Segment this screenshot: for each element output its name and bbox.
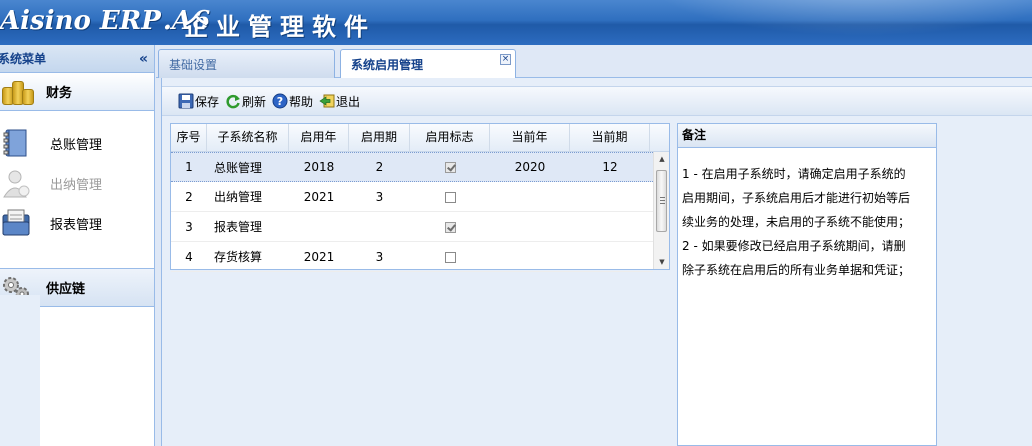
cell-enabled	[410, 190, 490, 204]
grip-icon	[660, 197, 665, 204]
cell-period: 3	[375, 189, 384, 204]
enabled-checkbox[interactable]	[444, 162, 456, 173]
scroll-thumb[interactable]	[656, 170, 667, 232]
table-row[interactable]: 2 出纳管理 2021 3	[171, 182, 653, 212]
app-header: Aisino ERP .A6 企业管理软件	[0, 0, 1032, 45]
ledger-book-icon	[0, 127, 36, 159]
grid-header: 序号 子系统名称 启用年 启用期 启用标志 当前年 当前期	[171, 124, 669, 152]
cell-no: 3	[185, 219, 193, 234]
coins-icon	[0, 77, 34, 107]
refresh-label: 刷新	[242, 94, 267, 109]
folder-report-icon	[0, 207, 36, 239]
notes-body: 1 - 在启用子系统时，请确定启用子系统的 启用期间，子系统启用后才能进行初始等…	[678, 148, 936, 282]
tab-bar: 基础设置 系统启用管理 ×	[156, 45, 1032, 79]
help-icon: ?	[272, 93, 288, 109]
cell-year: 2021	[303, 249, 335, 264]
sidebar-item-label: 出纳管理	[50, 177, 103, 193]
grid-body: 1 总账管理 2018 2 2020 12 2 出纳管理 2021 3 3 报表…	[171, 152, 653, 272]
table-row[interactable]: 3 报表管理	[171, 212, 653, 242]
cell-no: 2	[185, 189, 193, 204]
table-row[interactable]: 1 总账管理 2018 2 2020 12	[171, 152, 653, 182]
cell-no: 1	[185, 160, 193, 174]
enabled-checkbox[interactable]	[444, 221, 456, 233]
column-header[interactable]: 启用年	[289, 124, 349, 152]
column-header[interactable]: 当前年	[490, 124, 570, 152]
notes-line: 续业务的处理，未启用的子系统不能使用；	[682, 215, 911, 229]
refresh-icon	[225, 93, 241, 109]
sidebar-item-label: 报表管理	[50, 217, 103, 233]
cell-name: 出纳管理	[214, 190, 263, 204]
notes-line: 2 - 如果要修改已经启用子系统期间，请删	[682, 239, 906, 253]
save-button[interactable]: 保存	[178, 93, 219, 110]
table-row[interactable]: 4 存货核算 2021 3	[171, 242, 653, 272]
tab-label: 系统启用管理	[351, 58, 424, 72]
logo-main-text: Aisino ERP	[0, 6, 161, 36]
finance-submenu: 总账管理 出纳管理 报表管理	[0, 111, 154, 269]
enabled-checkbox[interactable]	[444, 251, 456, 263]
cell-year: 2021	[303, 189, 335, 204]
column-header[interactable]: 当前期	[570, 124, 650, 152]
save-label: 保存	[195, 94, 220, 109]
toolbar: 保存 刷新 ? 帮助 退出	[162, 86, 1032, 116]
sidebar-item-cashier[interactable]: 出纳管理	[0, 163, 154, 203]
notes-line: 1 - 在启用子系统时，请确定启用子系统的	[682, 167, 906, 181]
header-decoration	[612, 0, 1032, 45]
person-icon	[0, 167, 36, 199]
svg-text:?: ?	[277, 95, 283, 108]
sidebar-group-label: 供应链	[46, 282, 86, 297]
app-logo: Aisino ERP .A6	[0, 6, 210, 40]
exit-button[interactable]: 退出	[319, 93, 360, 110]
app-title: 企业管理软件	[184, 13, 376, 41]
cell-name: 总账管理	[214, 160, 263, 175]
notes-line: 除子系统在启用后的所有业务单据和凭证；	[682, 263, 911, 277]
sidebar-header: 系统菜单 «	[0, 45, 154, 73]
sidebar-item-label: 总账管理	[50, 137, 103, 153]
scroll-down-icon[interactable]: ▼	[654, 255, 670, 269]
cell-enabled	[410, 220, 490, 234]
help-button[interactable]: ? 帮助	[272, 93, 313, 110]
exit-icon	[319, 93, 335, 109]
cell-current-year: 2020	[514, 160, 546, 174]
tab-basic-settings[interactable]: 基础设置	[158, 49, 335, 78]
tab-system-activation[interactable]: 系统启用管理 ×	[340, 49, 516, 79]
sidebar-group-finance[interactable]: 财务	[0, 73, 154, 111]
sidebar-item-reports[interactable]: 报表管理	[0, 203, 154, 243]
sidebar-collapse-button[interactable]: «	[139, 51, 148, 67]
refresh-button[interactable]: 刷新	[225, 93, 266, 110]
cell-current-period: 12	[602, 160, 618, 174]
cell-name: 报表管理	[214, 220, 263, 234]
cell-period: 3	[375, 249, 384, 264]
cell-year: 2018	[303, 160, 335, 174]
column-header[interactable]: 序号	[171, 124, 207, 152]
cell-name: 存货核算	[214, 250, 263, 264]
save-icon	[178, 93, 194, 109]
notes-line: 启用期间，子系统启用后才能进行初始等后	[682, 191, 911, 205]
column-header[interactable]: 启用标志	[410, 124, 490, 152]
sidebar-group-label: 财务	[46, 86, 73, 101]
cell-enabled	[410, 160, 490, 174]
tab-label: 基础设置	[169, 57, 218, 72]
help-label: 帮助	[289, 94, 314, 109]
enabled-checkbox[interactable]	[444, 191, 456, 203]
sidebar-item-ledger[interactable]: 总账管理	[0, 123, 154, 163]
column-header[interactable]: 启用期	[349, 124, 410, 152]
notes-panel: 备注 1 - 在启用子系统时，请确定启用子系统的 启用期间，子系统启用后才能进行…	[677, 123, 937, 446]
exit-label: 退出	[336, 94, 361, 109]
sidebar-title: 系统菜单	[0, 52, 47, 66]
subsystem-grid: 序号 子系统名称 启用年 启用期 启用标志 当前年 当前期 1 总账管理 201…	[170, 123, 670, 272]
cell-period: 2	[375, 160, 384, 174]
cell-no: 4	[185, 249, 193, 264]
grid-vertical-scrollbar[interactable]: ▲ ▼	[653, 152, 669, 269]
main-content: 保存 刷新 ? 帮助 退出 序号 子系统名称 启用年 启用期 启用标志 当前年 …	[161, 78, 1032, 446]
column-header[interactable]: 子系统名称	[207, 124, 289, 152]
scroll-up-icon[interactable]: ▲	[654, 152, 670, 166]
close-icon[interactable]: ×	[500, 54, 511, 65]
column-header-spacer	[650, 124, 669, 152]
notes-title: 备注	[678, 124, 936, 148]
sidebar-filler	[0, 295, 40, 446]
sidebar-menu: 系统菜单 « 财务 总账管理 出纳管理 报表管理 供应链	[0, 45, 155, 446]
cell-enabled	[410, 250, 490, 264]
